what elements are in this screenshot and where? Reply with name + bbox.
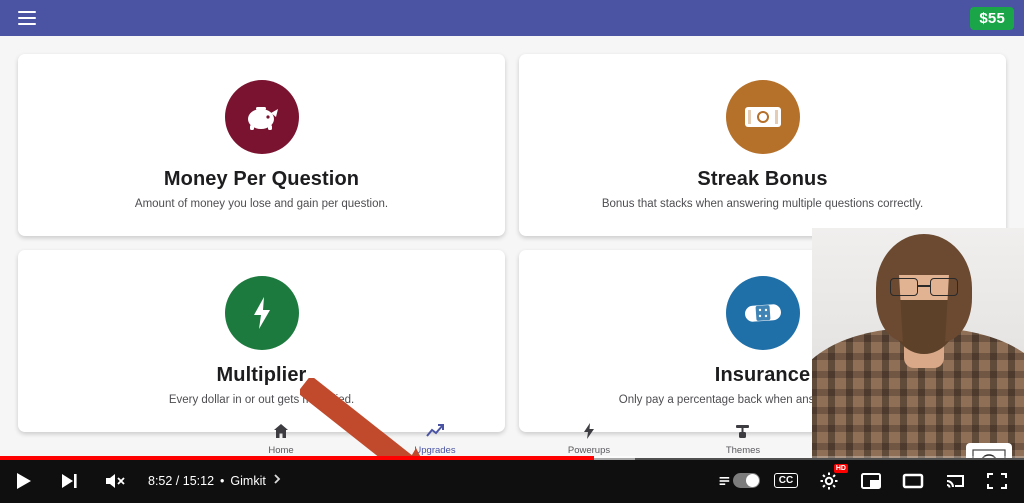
upgrade-title: Insurance xyxy=(714,364,811,386)
player-controls-row: 8:52 / 15:12 • Gimkit CC HD xyxy=(0,458,1024,503)
next-video-icon[interactable] xyxy=(46,458,92,503)
hamburger-line xyxy=(18,23,36,25)
theater-mode-icon[interactable] xyxy=(892,458,934,503)
gear-icon[interactable]: HD xyxy=(808,458,850,503)
glasses-bridge xyxy=(917,285,931,287)
presenter-glasses xyxy=(890,278,958,296)
lightning-bolt-icon xyxy=(224,276,299,350)
nav-item-powerups[interactable]: Powerups xyxy=(553,422,625,456)
nav-label-powerups: Powerups xyxy=(567,444,611,456)
bandage-icon xyxy=(725,276,800,350)
upgrade-title: Money Per Question xyxy=(163,168,360,190)
glasses-lens-left xyxy=(890,278,918,296)
nav-item-upgrades[interactable]: Upgrades xyxy=(399,423,471,456)
lightning-icon xyxy=(583,422,595,444)
chart-up-icon xyxy=(426,423,444,444)
game-topbar: $55 xyxy=(0,0,1024,36)
muted-volume-icon[interactable] xyxy=(92,458,138,503)
nav-item-themes[interactable]: Themes xyxy=(707,423,779,456)
autoplay-knob xyxy=(746,474,759,487)
time-and-chapter: 8:52 / 15:12 • Gimkit xyxy=(148,473,282,488)
chevron-right-icon[interactable] xyxy=(272,473,282,488)
youtube-player-controls: 8:52 / 15:12 • Gimkit CC HD xyxy=(0,456,1024,503)
upgrade-title: Multiplier xyxy=(216,364,307,386)
fullscreen-icon[interactable] xyxy=(976,458,1018,503)
nav-item-home[interactable]: Home xyxy=(245,423,317,456)
gimkit-upgrades-screen: $55 Money Per Question Amount of money y… xyxy=(0,0,1024,503)
hamburger-line xyxy=(18,11,36,13)
time-separator: • xyxy=(220,473,225,488)
cc-button[interactable]: CC xyxy=(764,458,808,503)
money-balance-badge: $55 xyxy=(970,6,1014,30)
hamburger-line xyxy=(18,17,36,19)
autoplay-switch[interactable] xyxy=(732,473,760,488)
miniplayer-icon[interactable] xyxy=(850,458,892,503)
upgrade-description: Bonus that stacks when answering multipl… xyxy=(601,198,924,210)
upgrade-card-multiplier[interactable]: Multiplier Every dollar in or out gets m… xyxy=(18,250,505,432)
nav-label-themes: Themes xyxy=(725,444,761,456)
autoplay-toggle[interactable] xyxy=(718,458,764,503)
play-icon[interactable] xyxy=(0,458,46,503)
chapter-title[interactable]: Gimkit xyxy=(230,474,265,488)
presenter-webcam-overlay xyxy=(812,228,1024,458)
cc-label: CC xyxy=(773,473,799,488)
cash-icon xyxy=(725,80,800,154)
nav-label-home: Home xyxy=(268,444,294,456)
hamburger-icon[interactable] xyxy=(10,1,44,35)
upgrade-description: Amount of money you lose and gain per qu… xyxy=(134,198,389,210)
time-display: 8:52 / 15:12 xyxy=(148,473,215,488)
upgrade-card-streak-bonus[interactable]: Streak Bonus Bonus that stacks when answ… xyxy=(519,54,1006,236)
glasses-lens-right xyxy=(930,278,958,296)
upgrade-title: Streak Bonus xyxy=(697,168,828,190)
upgrade-card-money-per-question[interactable]: Money Per Question Amount of money you l… xyxy=(18,54,505,236)
cast-icon[interactable] xyxy=(934,458,976,503)
piggy-bank-icon xyxy=(224,80,299,154)
home-icon xyxy=(273,423,289,444)
nav-label-upgrades: Upgrades xyxy=(414,444,456,456)
paint-roller-icon xyxy=(735,423,751,444)
hd-badge: HD xyxy=(833,464,848,473)
upgrade-description: Every dollar in or out gets multiplied. xyxy=(168,394,355,406)
